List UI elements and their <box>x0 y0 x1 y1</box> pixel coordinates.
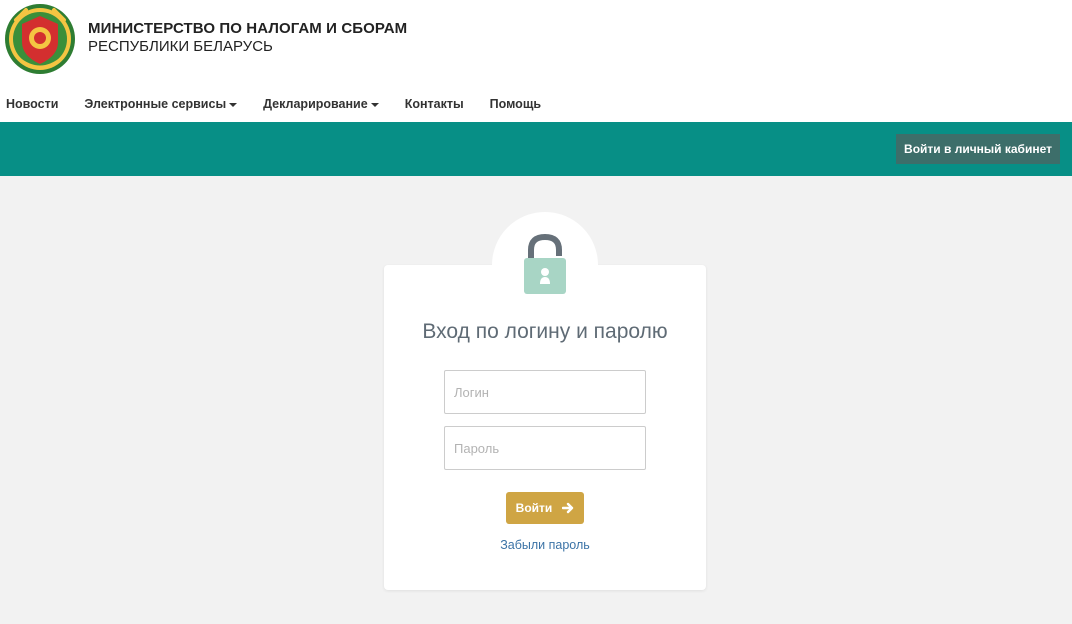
top-action-bar: Войти в личный кабинет <box>0 122 1072 176</box>
caret-down-icon <box>370 102 379 107</box>
lock-icon <box>524 234 566 294</box>
org-title-line1: МИНИСТЕРСТВО ПО НАЛОГАМ И СБОРАМ <box>88 20 408 37</box>
nav-item-label: Новости <box>6 97 59 111</box>
emblem-icon[interactable] <box>4 2 76 76</box>
org-title-line2: РЕСПУБЛИКИ БЕЛАРУСЬ <box>88 38 273 55</box>
nav-item-help[interactable]: Помощь <box>490 97 541 111</box>
nav-item-label: Электронные сервисы <box>84 97 227 111</box>
nav-item-label: Контакты <box>404 97 464 111</box>
arrow-right-icon <box>562 502 574 514</box>
caret-down-icon <box>229 102 238 107</box>
login-submit-button[interactable]: Войти <box>506 492 584 524</box>
organization-name: МИНИСТЕРСТВО ПО НАЛОГАМ И СБОРАМ РЕСПУБЛ… <box>88 20 407 56</box>
personal-cabinet-button[interactable]: Войти в личный кабинет <box>896 134 1060 164</box>
submit-label: Войти <box>515 501 553 515</box>
login-title: Вход по логину и паролю <box>422 320 668 343</box>
nav-item-e-services[interactable]: Электронные сервисы <box>84 97 238 111</box>
forgot-password-link[interactable]: Забыли пароль <box>384 538 706 552</box>
login-input[interactable] <box>444 370 646 414</box>
nav-item-news[interactable]: Новости <box>6 97 58 111</box>
site-header: МИНИСТЕРСТВО ПО НАЛОГАМ И СБОРАМ РЕСПУБЛ… <box>0 0 1072 122</box>
nav-item-label: Декларирование <box>263 97 368 111</box>
nav-item-contacts[interactable]: Контакты <box>405 97 464 111</box>
password-input[interactable] <box>444 426 646 470</box>
nav-item-declaring[interactable]: Декларирование <box>263 97 379 111</box>
main-nav: Новости Электронные сервисы Декларирован… <box>0 92 561 116</box>
nav-item-label: Помощь <box>489 97 542 111</box>
